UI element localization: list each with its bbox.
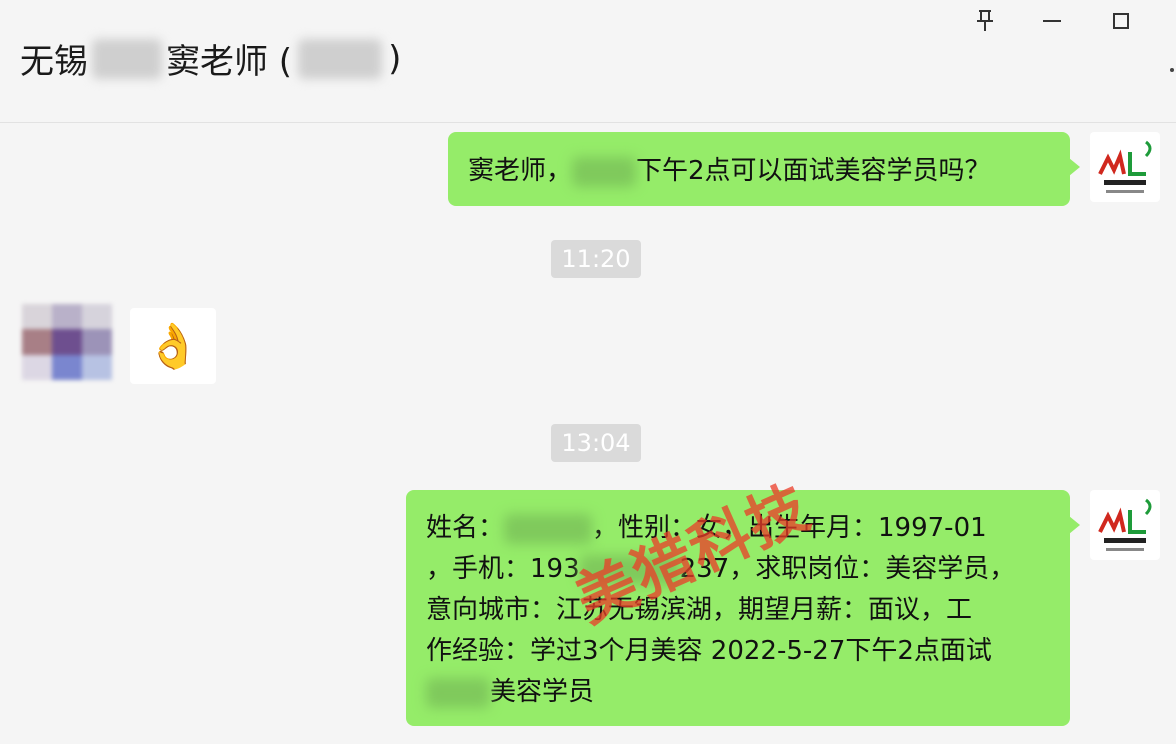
maximize-icon[interactable]: [1106, 6, 1136, 36]
message-line: 意向城市：江苏无锡滨湖，期望月薪：面议，工: [426, 595, 973, 625]
avatar[interactable]: [1090, 490, 1160, 560]
redacted-text-blur: [572, 156, 637, 187]
chat-header: 无锡 窦老师 ( ): [0, 0, 1176, 123]
message-line: 美容学员: [426, 672, 1050, 713]
redacted-org-blur: [426, 677, 490, 708]
avatar[interactable]: [1090, 132, 1160, 202]
redacted-name-blur: [92, 38, 162, 79]
avatar[interactable]: [22, 304, 112, 380]
message-bubble-outgoing[interactable]: 窦老师， 下午2点可以面试美容学员吗？: [448, 132, 1080, 206]
title-suffix: ): [388, 38, 402, 79]
message-text: 窦老师，: [468, 156, 573, 186]
message-line: 姓名： ，性别：女，出生年月：1997-01: [426, 513, 987, 544]
edge-marker: [1170, 68, 1174, 72]
message-line: ，手机：193 237，求职岗位：美容学员，: [426, 554, 1016, 585]
redacted-name-blur: [504, 513, 593, 544]
timestamp: 11:20: [551, 240, 641, 278]
sticker-emoji: 👌: [145, 321, 201, 372]
redacted-phone-blur: [579, 554, 680, 585]
minimize-icon[interactable]: [1037, 6, 1067, 36]
title-contact: 窦老师 (: [166, 42, 293, 82]
pin-icon[interactable]: [970, 6, 1000, 36]
timestamp: 13:04: [551, 424, 641, 462]
chat-window: 无锡 窦老师 ( ) 窦老师， 下午2点可以面试美容学员吗？ 11:20 👌 1…: [0, 0, 1176, 744]
message-text: 下午2点可以面试美容学员吗？: [636, 156, 991, 186]
chat-title: 无锡 窦老师 ( ): [20, 34, 401, 83]
redacted-org-blur: [298, 38, 383, 79]
title-prefix: 无锡: [20, 42, 88, 82]
ok-hand-sticker[interactable]: 👌: [130, 308, 216, 384]
message-line: 作经验：学过3个月美容 2022-5-27下午2点面试: [426, 636, 992, 666]
message-bubble-outgoing[interactable]: 姓名： ，性别：女，出生年月：1997-01 ，手机：193 237，求职岗位：美容…: [406, 490, 1080, 726]
